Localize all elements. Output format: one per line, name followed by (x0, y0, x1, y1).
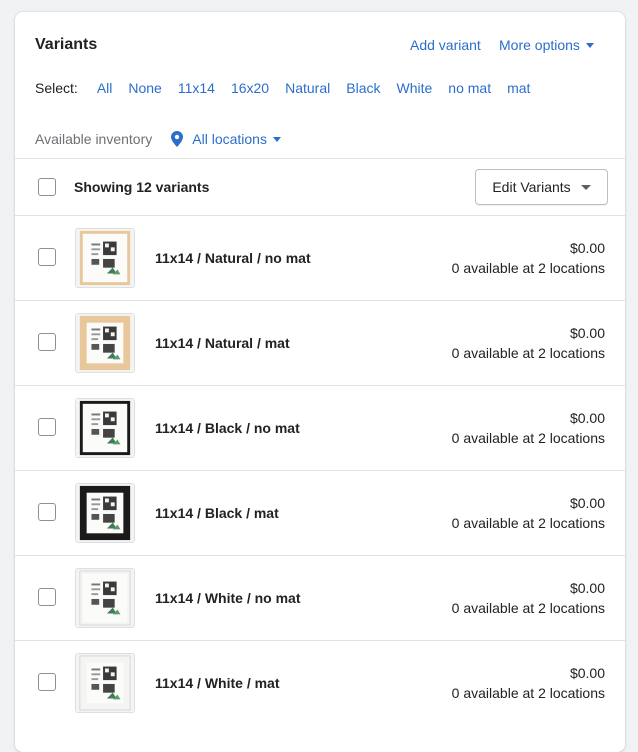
variant-title: 11x14 / Black / mat (155, 505, 279, 521)
select-natural-link[interactable]: Natural (285, 80, 330, 96)
variant-availability: 0 available at 2 locations (451, 515, 605, 531)
variant-title: 11x14 / Natural / mat (155, 335, 290, 351)
inventory-label: Available inventory (35, 131, 153, 147)
variant-row[interactable]: 11x14 / Natural / mat $0.00 0 available at… (15, 300, 625, 385)
select-none-link[interactable]: None (128, 80, 161, 96)
variant-checkbox[interactable] (38, 503, 56, 521)
select-all-checkbox[interactable] (38, 178, 56, 196)
variant-thumbnail[interactable] (75, 228, 135, 288)
caret-down-icon (580, 184, 591, 190)
variant-row[interactable]: 11x14 / White / no mat $0.00 0 available a… (15, 555, 625, 640)
variant-availability: 0 available at 2 locations (451, 685, 605, 701)
variant-title: 11x14 / White / no mat (155, 590, 301, 606)
variant-price: $0.00 (569, 580, 605, 596)
variant-row[interactable]: 11x14 / White / mat $0.00 0 available at 2… (15, 640, 625, 725)
select-label: Select: (35, 80, 78, 96)
edit-variants-label: Edit Variants (492, 179, 571, 195)
framed-print-image (76, 484, 134, 542)
variant-title: 11x14 / Natural / no mat (155, 250, 311, 266)
showing-count: Showing 12 variants (74, 179, 210, 195)
card-header: Variants Add variant More options (15, 12, 625, 72)
variant-price: $0.00 (569, 665, 605, 681)
edit-variants-button[interactable]: Edit Variants (475, 169, 608, 205)
select-all-link[interactable]: All (97, 80, 113, 96)
variant-title: 11x14 / White / mat (155, 675, 280, 691)
add-variant-link[interactable]: Add variant (410, 37, 481, 53)
locations-dropdown[interactable]: All locations (170, 131, 281, 147)
variant-thumbnail[interactable] (75, 483, 135, 543)
variant-checkbox[interactable] (38, 333, 56, 351)
variant-thumbnail[interactable] (75, 313, 135, 373)
variant-row[interactable]: 11x14 / Black / mat $0.00 0 available at 2… (15, 470, 625, 555)
divider (15, 158, 625, 159)
caret-down-icon (272, 136, 281, 142)
variant-row[interactable]: 11x14 / Black / no mat $0.00 0 available a… (15, 385, 625, 470)
framed-print-image (76, 229, 134, 287)
variant-price: $0.00 (569, 325, 605, 341)
variant-title: 11x14 / Black / no mat (155, 420, 300, 436)
variant-availability: 0 available at 2 locations (451, 430, 605, 446)
variant-thumbnail[interactable] (75, 568, 135, 628)
more-options-label: More options (499, 37, 580, 53)
locations-label: All locations (192, 131, 267, 147)
select-mat-link[interactable]: mat (507, 80, 530, 96)
select-filter-row: Select: All None 11x14 16x20 Natural Bla… (35, 79, 546, 97)
variant-row[interactable]: 11x14 / Natural / no mat $0.00 0 available… (15, 215, 625, 300)
framed-print-image (76, 654, 134, 712)
select-11x14-link[interactable]: 11x14 (178, 80, 215, 96)
card-title: Variants (35, 36, 98, 53)
framed-print-image (76, 399, 134, 457)
variant-price: $0.00 (569, 410, 605, 426)
inventory-row: Available inventory All locations (35, 131, 281, 147)
variant-price: $0.00 (569, 495, 605, 511)
select-16x20-link[interactable]: 16x20 (231, 80, 269, 96)
variant-checkbox[interactable] (38, 248, 56, 266)
variant-checkbox[interactable] (38, 673, 56, 691)
location-pin-icon (171, 131, 184, 147)
more-options-button[interactable]: More options (499, 37, 594, 53)
variant-availability: 0 available at 2 locations (451, 345, 605, 361)
variant-availability: 0 available at 2 locations (451, 260, 605, 276)
caret-down-icon (585, 42, 594, 48)
framed-print-image (76, 569, 134, 627)
select-no-mat-link[interactable]: no mat (448, 80, 491, 96)
variant-thumbnail[interactable] (75, 653, 135, 713)
variant-price: $0.00 (569, 240, 605, 256)
variant-checkbox[interactable] (38, 418, 56, 436)
select-black-link[interactable]: Black (346, 80, 380, 96)
framed-print-image (76, 314, 134, 372)
variant-availability: 0 available at 2 locations (451, 600, 605, 616)
variants-card: Variants Add variant More options Select… (15, 12, 625, 752)
variant-thumbnail[interactable] (75, 398, 135, 458)
select-white-link[interactable]: White (396, 80, 432, 96)
variant-checkbox[interactable] (38, 588, 56, 606)
